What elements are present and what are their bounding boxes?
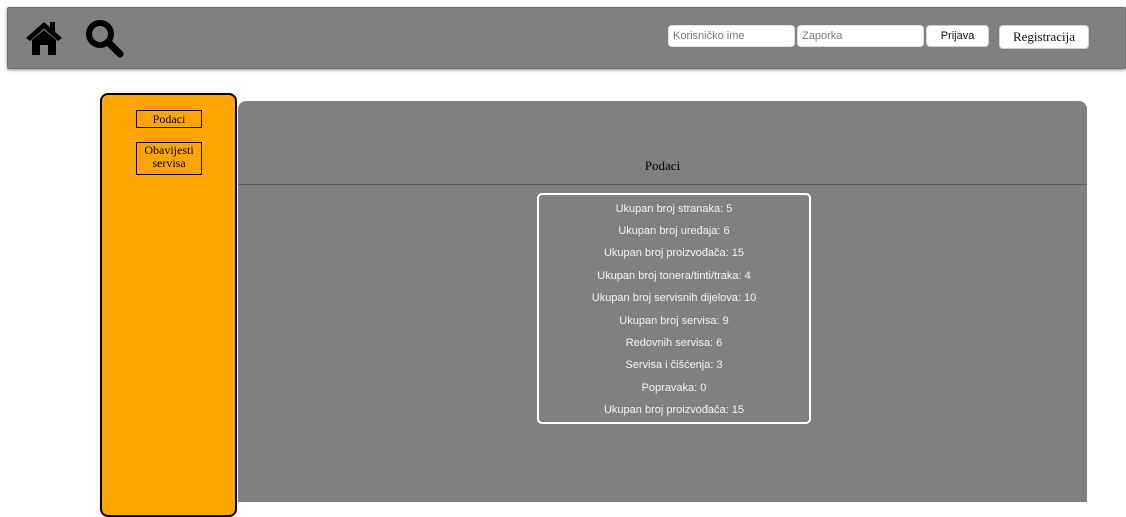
register-button[interactable]: Registracija bbox=[999, 25, 1089, 49]
stat-line: Ukupan broj proizvođača: 15 bbox=[603, 404, 745, 416]
username-field[interactable] bbox=[668, 25, 795, 47]
stat-line: Ukupan broj servisa: 9 bbox=[619, 315, 729, 327]
sidebar-item-label-line1: Obavijesti bbox=[144, 143, 194, 157]
home-icon[interactable] bbox=[24, 18, 64, 58]
stats-box: Ukupan broj stranaka: 5 Ukupan broj uređ… bbox=[537, 193, 811, 424]
sidebar: Podaci Obavijesti servisa bbox=[100, 93, 237, 517]
title-divider bbox=[238, 184, 1087, 185]
stat-line: Ukupan broj tonera/tinti/traka: 4 bbox=[597, 270, 751, 282]
top-navbar: Prijava Registracija bbox=[7, 7, 1126, 69]
login-button[interactable]: Prijava bbox=[926, 25, 989, 47]
sidebar-item-label-line2: servisa bbox=[152, 156, 186, 170]
stat-line: Ukupan broj proizvođača: 15 bbox=[603, 247, 745, 259]
stat-line: Popravaka: 0 bbox=[641, 382, 707, 394]
password-field[interactable] bbox=[797, 25, 924, 47]
main-panel: Podaci Ukupan broj stranaka: 5 Ukupan br… bbox=[238, 101, 1087, 502]
stat-line: Ukupan broj uređaja: 6 bbox=[618, 225, 730, 237]
stat-line: Ukupan broj stranaka: 5 bbox=[615, 203, 733, 215]
search-icon[interactable] bbox=[84, 18, 124, 58]
stat-line: Ukupan broj servisnih dijelova: 10 bbox=[591, 292, 757, 304]
stat-line: Servisa i čišćenja: 3 bbox=[625, 359, 723, 371]
stat-line: Redovnih servisa: 6 bbox=[625, 337, 723, 349]
sidebar-item-podaci[interactable]: Podaci bbox=[136, 110, 202, 128]
page-title: Podaci bbox=[644, 158, 681, 173]
sidebar-item-obavijesti-servisa[interactable]: Obavijesti servisa bbox=[136, 142, 202, 175]
